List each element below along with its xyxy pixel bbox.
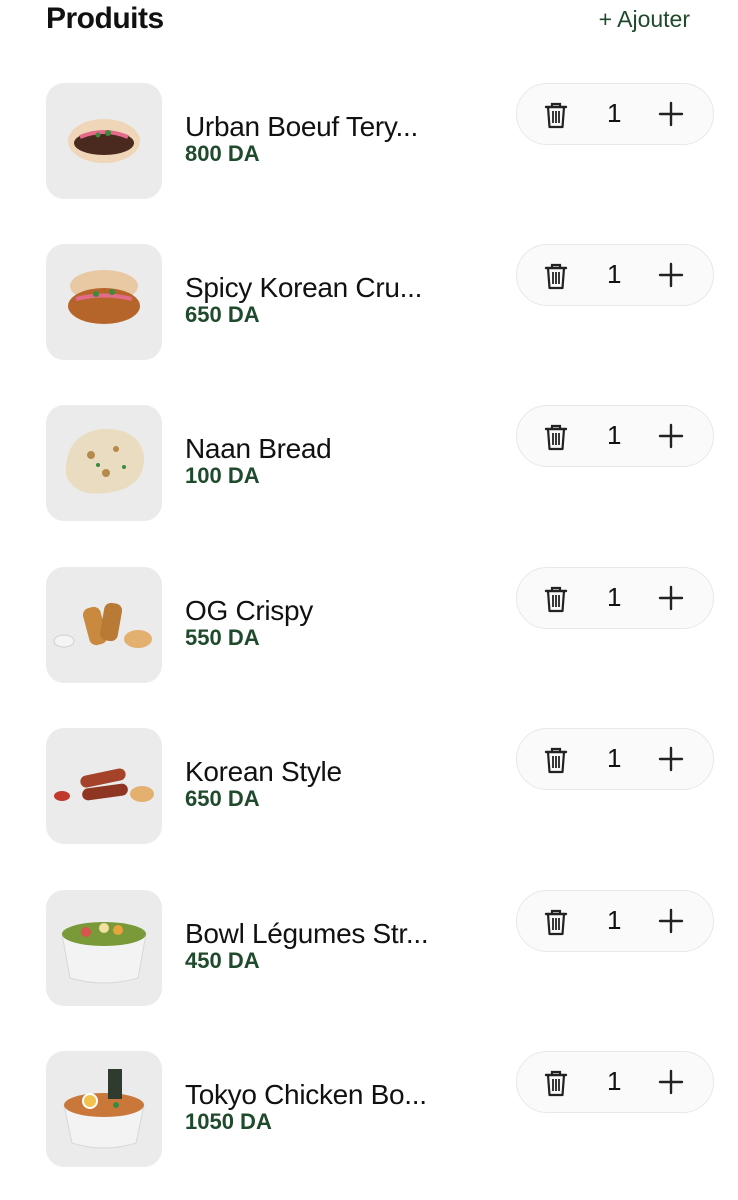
list-item: OG Crispy 550 DA 1: [0, 567, 738, 687]
product-image: [46, 1051, 162, 1167]
quantity-value: 1: [607, 420, 622, 450]
quantity-stepper: 1: [516, 728, 714, 790]
product-price: 1050 DA: [185, 1109, 272, 1134]
trash-icon[interactable]: [543, 1068, 569, 1098]
product-image: [46, 244, 162, 360]
product-image: [46, 728, 162, 844]
product-name: OG Crispy: [185, 595, 313, 626]
product-name: Naan Bread: [185, 433, 332, 464]
list-item: Korean Style 650 DA 1: [0, 728, 738, 848]
chicken-tenders-image: [53, 602, 152, 648]
burger-bun-image: [68, 119, 140, 163]
plus-icon[interactable]: [657, 1068, 685, 1096]
product-name: Urban Boeuf Tery...: [185, 111, 418, 142]
product-price: 650 DA: [185, 302, 260, 327]
product-price: 100 DA: [185, 463, 260, 488]
product-name: Bowl Légumes Str...: [185, 918, 429, 949]
product-image: [46, 405, 162, 521]
plus-icon[interactable]: [657, 584, 685, 612]
product-price: 650 DA: [185, 786, 260, 811]
quantity-value: 1: [607, 905, 622, 935]
quantity-stepper: 1: [516, 1051, 714, 1113]
plus-icon[interactable]: [657, 745, 685, 773]
list-item: Spicy Korean Cru... 650 DA 1: [0, 244, 738, 364]
ramen-bowl-image: [63, 1069, 145, 1149]
list-item: Urban Boeuf Tery... 800 DA 1: [0, 83, 738, 203]
product-price: 450 DA: [185, 948, 260, 973]
product-name: Korean Style: [185, 756, 342, 787]
product-price: 550 DA: [185, 625, 260, 650]
quantity-value: 1: [607, 1066, 622, 1096]
plus-icon[interactable]: [657, 907, 685, 935]
trash-icon[interactable]: [543, 422, 569, 452]
list-item: Naan Bread 100 DA 1: [0, 405, 738, 525]
product-list: Urban Boeuf Tery... 800 DA 1 Spicy Korea…: [0, 0, 738, 1200]
product-name: Tokyo Chicken Bo...: [185, 1079, 427, 1110]
quantity-value: 1: [607, 743, 622, 773]
quantity-value: 1: [607, 259, 622, 289]
trash-icon[interactable]: [543, 100, 569, 130]
quantity-stepper: 1: [516, 567, 714, 629]
trash-icon[interactable]: [543, 584, 569, 614]
plus-icon[interactable]: [657, 100, 685, 128]
crispy-chicken-bun-image: [68, 270, 140, 324]
quantity-value: 1: [607, 582, 622, 612]
quantity-stepper: 1: [516, 890, 714, 952]
product-price: 800 DA: [185, 141, 260, 166]
product-name: Spicy Korean Cru...: [185, 272, 423, 303]
quantity-stepper: 1: [516, 244, 714, 306]
plus-icon[interactable]: [657, 422, 685, 450]
quantity-stepper: 1: [516, 405, 714, 467]
trash-icon[interactable]: [543, 261, 569, 291]
trash-icon[interactable]: [543, 907, 569, 937]
product-image: [46, 83, 162, 199]
veggie-bowl-image: [61, 922, 147, 984]
quantity-stepper: 1: [516, 83, 714, 145]
quantity-value: 1: [607, 98, 622, 128]
trash-icon[interactable]: [543, 745, 569, 775]
product-image: [46, 890, 162, 1006]
naan-image: [65, 428, 145, 494]
product-image: [46, 567, 162, 683]
plus-icon[interactable]: [657, 261, 685, 289]
korean-tenders-image: [54, 768, 154, 802]
list-item: Tokyo Chicken Bo... 1050 DA 1: [0, 1051, 738, 1171]
list-item: Bowl Légumes Str... 450 DA 1: [0, 890, 738, 1010]
